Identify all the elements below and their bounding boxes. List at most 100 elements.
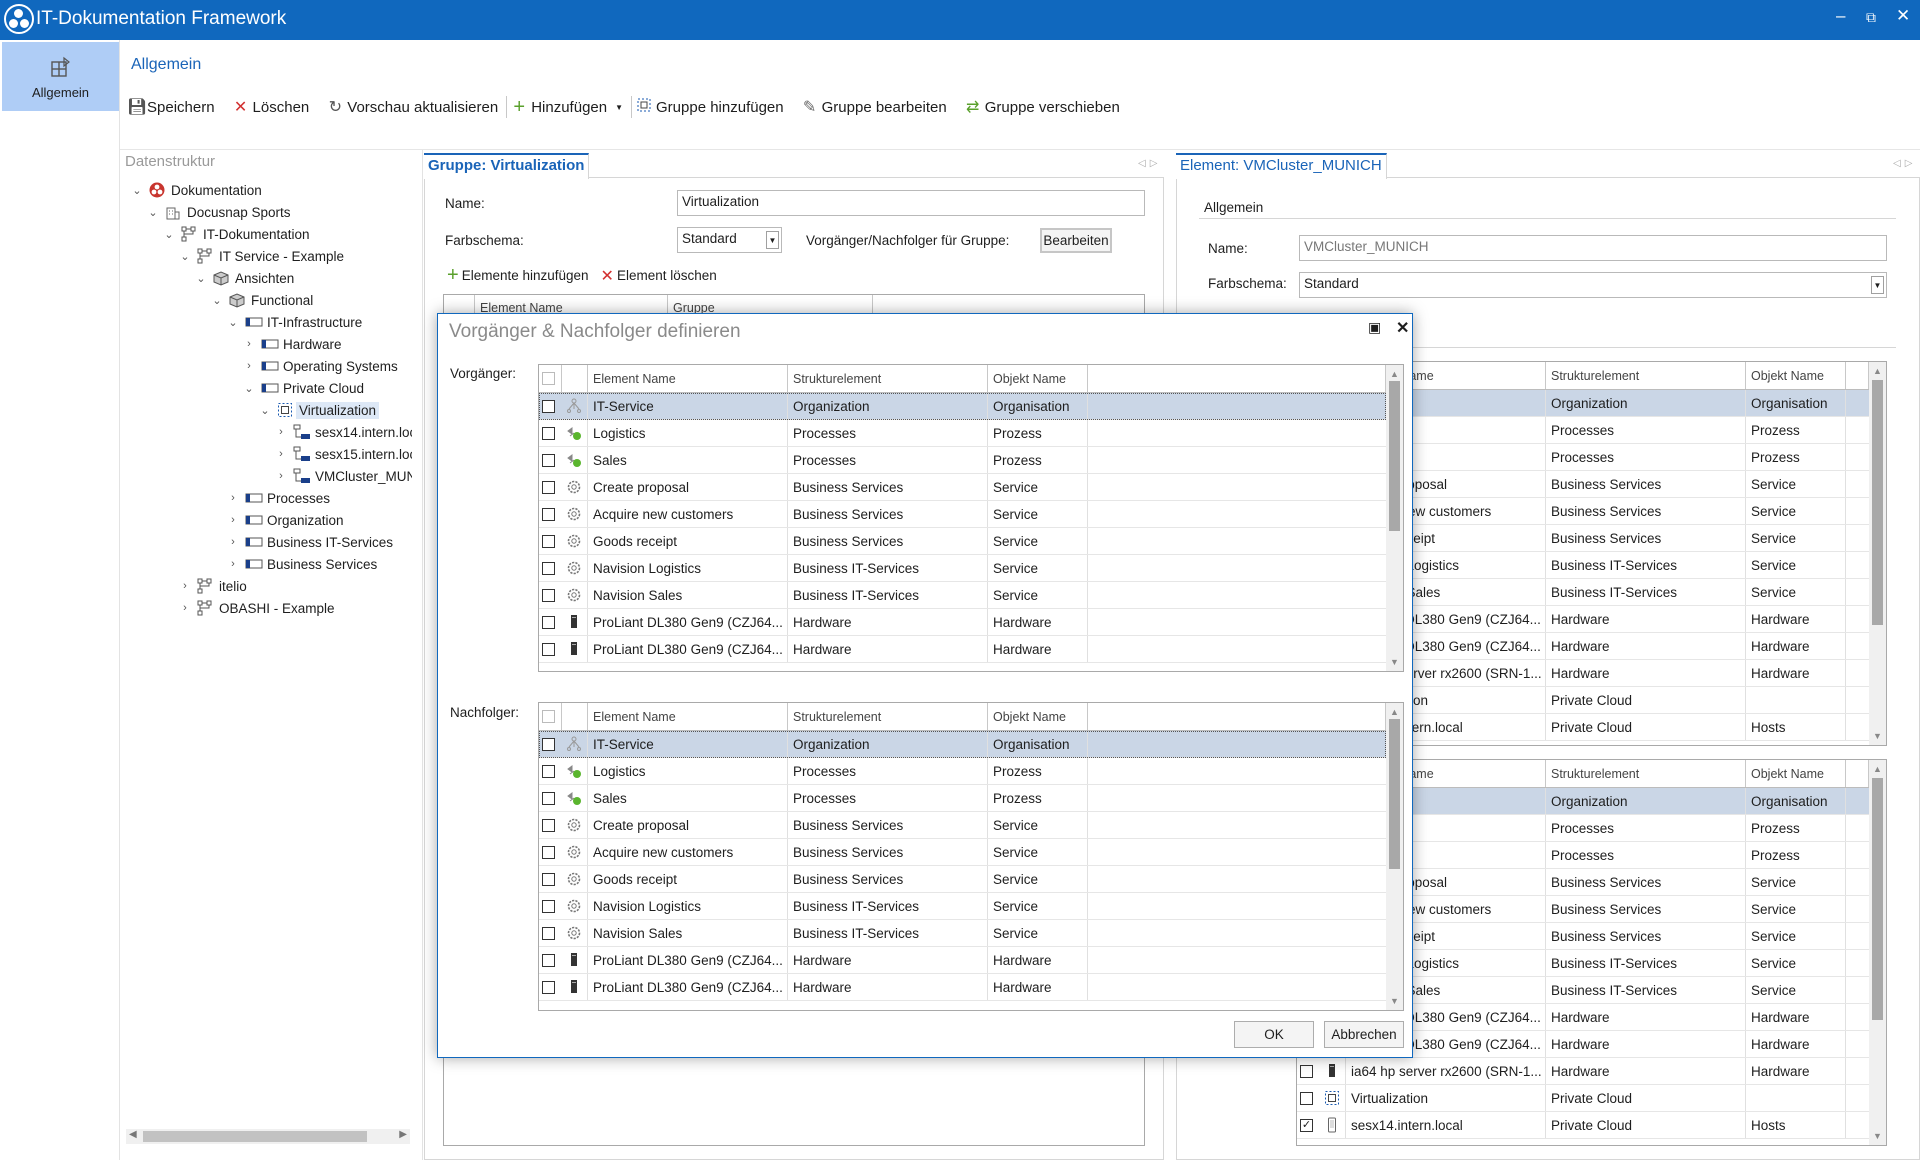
select-all-checkbox[interactable] (542, 710, 555, 723)
table-row[interactable]: IT-Service Organization Organisation (539, 393, 1386, 420)
tab-group[interactable]: Gruppe: Virtualization (424, 153, 590, 179)
table-row[interactable]: ia64 hp server rx2600 (SRN-1... Hardware… (1297, 1058, 1869, 1085)
close-window-icon[interactable]: ✕ (1896, 6, 1910, 26)
vertical-scrollbar[interactable]: ▲ ▼ (1869, 362, 1886, 745)
scroll-right-icon[interactable]: ▶ (399, 1129, 407, 1140)
tree-node[interactable]: › Organization (226, 509, 343, 531)
row-checkbox[interactable] (542, 953, 555, 967)
group-scheme-select[interactable]: Standard ▼ (677, 227, 782, 253)
tree-node[interactable]: ⌄ Virtualization (258, 399, 380, 421)
panel-nav-arrows-icon[interactable]: ◁▷ (1893, 158, 1916, 169)
chevron-down-icon[interactable]: ⌄ (242, 382, 256, 395)
table-row[interactable]: Goods receipt Business Services Service (539, 528, 1386, 555)
tree-node[interactable]: › OBASHI - Example (178, 597, 335, 619)
row-checkbox[interactable] (542, 399, 555, 413)
element-scheme-select[interactable]: Standard ▼ (1299, 272, 1887, 298)
table-row[interactable]: ProLiant DL380 Gen9 (CZJ64... Hardware H… (539, 947, 1386, 974)
table-row[interactable]: Navision Sales Business IT-Services Serv… (539, 920, 1386, 947)
tree-node[interactable]: ⌄ IT Service - Example (178, 245, 344, 267)
tree-node[interactable]: › sesx14.intern.local (274, 421, 412, 443)
chevron-right-icon[interactable]: › (274, 426, 288, 438)
table-row[interactable]: Create proposal Business Services Servic… (539, 474, 1386, 501)
add-dropdown-button[interactable]: + Hinzufügen ▼ (511, 96, 623, 119)
row-checkbox[interactable] (542, 926, 555, 940)
table-row[interactable]: Logistics Processes Prozess (539, 758, 1386, 785)
chevron-right-icon[interactable]: › (226, 514, 240, 526)
chevron-right-icon[interactable]: › (178, 602, 192, 614)
chevron-down-icon[interactable]: ⌄ (226, 316, 240, 329)
add-group-button[interactable]: Gruppe hinzufügen (636, 97, 784, 118)
scroll-left-icon[interactable]: ◀ (129, 1129, 137, 1140)
table-row[interactable]: Acquire new customers Business Services … (539, 501, 1386, 528)
tab-element[interactable]: Element: VMCluster_MUNICH (1176, 153, 1387, 179)
select-all-checkbox[interactable] (542, 372, 555, 385)
table-row[interactable]: ProLiant DL380 Gen9 (CZJ64... Hardware H… (539, 974, 1386, 1001)
row-checkbox[interactable] (542, 818, 555, 832)
row-checkbox[interactable] (542, 872, 555, 886)
chevron-down-icon[interactable]: ⌄ (178, 250, 192, 263)
tree-horizontal-scrollbar[interactable]: ◀ ▶ (126, 1129, 410, 1144)
chevron-right-icon[interactable]: › (274, 448, 288, 460)
tree-node[interactable]: ⌄ Ansichten (194, 267, 294, 289)
tree-node[interactable]: ⌄ Functional (210, 289, 313, 311)
chevron-right-icon[interactable]: › (178, 580, 192, 592)
move-group-button[interactable]: ⇄ Gruppe verschieben (965, 97, 1120, 117)
scroll-up-icon[interactable]: ▲ (1386, 366, 1403, 382)
tree-node[interactable]: › Operating Systems (242, 355, 398, 377)
row-checkbox[interactable] (542, 534, 555, 548)
table-row[interactable]: ProLiant DL380 Gen9 (CZJ64... Hardware H… (539, 636, 1386, 663)
element-name-input[interactable]: VMCluster_MUNICH (1299, 235, 1887, 261)
table-row[interactable]: Create proposal Business Services Servic… (539, 812, 1386, 839)
tree-node[interactable]: › Processes (226, 487, 330, 509)
tree-node[interactable]: ⌄ Docusnap Sports (146, 201, 291, 223)
table-row[interactable]: ProLiant DL380 Gen9 (CZJ64... Hardware H… (539, 609, 1386, 636)
table-row[interactable]: Sales Processes Prozess (539, 785, 1386, 812)
tree-node[interactable]: ⌄ Dokumentation (130, 179, 262, 201)
tree-node[interactable]: › Business IT-Services (226, 531, 393, 553)
tree-node[interactable]: ⌄ IT-Dokumentation (162, 223, 310, 245)
chevron-right-icon[interactable]: › (274, 470, 288, 482)
chevron-right-icon[interactable]: › (242, 338, 256, 350)
table-row[interactable]: ✓ sesx14.intern.local Private Cloud Host… (1297, 1112, 1869, 1139)
tree-node[interactable]: › Business Services (226, 553, 377, 575)
edit-group-button[interactable]: ✎ Gruppe bearbeiten (802, 97, 947, 117)
row-checkbox[interactable] (542, 561, 555, 575)
table-row[interactable]: Sales Processes Prozess (539, 447, 1386, 474)
row-checkbox[interactable] (542, 845, 555, 859)
chevron-right-icon[interactable]: › (242, 360, 256, 372)
column-header-object-name[interactable]: Objekt Name (1746, 760, 1846, 787)
row-checkbox[interactable] (542, 507, 555, 521)
delete-button[interactable]: ✕ Löschen (233, 97, 309, 117)
row-checkbox[interactable] (542, 980, 555, 994)
row-checkbox[interactable] (542, 453, 555, 467)
scrollbar-thumb[interactable] (1389, 381, 1400, 531)
tree-node[interactable]: ⌄ IT-Infrastructure (226, 311, 362, 333)
tree-node[interactable]: › VMCluster_MUNICH (274, 465, 412, 487)
row-checkbox[interactable] (542, 588, 555, 602)
column-header-object-name[interactable]: Objekt Name (988, 365, 1088, 392)
restore-icon[interactable]: ⧉ (1866, 9, 1876, 26)
column-header-structure-element[interactable]: Strukturelement (1546, 362, 1746, 389)
scroll-up-icon[interactable]: ▲ (1869, 761, 1886, 777)
scroll-up-icon[interactable]: ▲ (1386, 704, 1403, 720)
vertical-scrollbar[interactable]: ▲ ▼ (1386, 703, 1403, 1010)
column-header-structure-element[interactable]: Strukturelement (788, 703, 988, 730)
column-header-object-name[interactable]: Objekt Name (988, 703, 1088, 730)
group-name-input[interactable]: Virtualization (677, 190, 1145, 216)
chevron-down-icon[interactable]: ⌄ (130, 184, 144, 197)
scroll-up-icon[interactable]: ▲ (1869, 363, 1886, 379)
scrollbar-thumb[interactable] (143, 1131, 367, 1142)
chevron-right-icon[interactable]: › (226, 492, 240, 504)
refresh-preview-button[interactable]: ↻ Vorschau aktualisieren (327, 97, 499, 117)
chevron-down-icon[interactable]: ⌄ (162, 228, 176, 241)
chevron-down-icon[interactable]: ⌄ (146, 206, 160, 219)
row-checkbox[interactable] (542, 615, 555, 629)
minimize-icon[interactable]: – (1836, 6, 1845, 26)
vertical-scrollbar[interactable]: ▲ ▼ (1386, 365, 1403, 671)
vertical-scrollbar[interactable]: ▲ ▼ (1869, 760, 1886, 1145)
scroll-down-icon[interactable]: ▼ (1386, 993, 1403, 1009)
maximize-icon[interactable]: ▣ (1368, 319, 1381, 336)
row-checkbox[interactable] (1300, 1091, 1313, 1105)
row-checkbox[interactable] (542, 899, 555, 913)
row-checkbox[interactable] (542, 426, 555, 440)
